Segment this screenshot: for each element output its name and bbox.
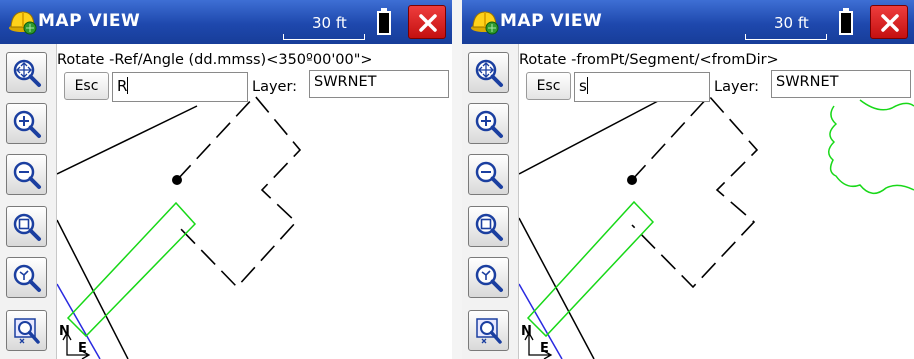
map-view-screen-right: MAP VIEW 30 ft Rotate -fromPt/Segment/<f… (462, 0, 914, 359)
battery-icon (377, 8, 391, 35)
green-contour-line (859, 99, 914, 111)
pan-button[interactable] (6, 310, 47, 351)
layer-field[interactable]: SWRNET (309, 70, 449, 98)
close-icon (881, 14, 899, 32)
zoom-extents-icon (475, 59, 503, 87)
hardhat-logo-icon (471, 11, 499, 35)
text-caret (127, 77, 129, 94)
hardhat-logo-icon (9, 11, 37, 35)
map-line (519, 100, 659, 175)
zoom-in-button[interactable] (468, 103, 509, 144)
command-input[interactable]: R (112, 72, 248, 102)
zoom-window-icon (475, 213, 503, 241)
zoom-extents-button[interactable] (468, 52, 509, 93)
zoom-previous-icon (13, 264, 41, 292)
text-caret (586, 77, 588, 94)
zoom-extents-button[interactable] (6, 52, 47, 93)
zoom-in-icon (475, 110, 503, 138)
command-input-value: s (579, 77, 587, 95)
zoom-out-button[interactable] (6, 154, 47, 195)
zoom-extents-icon (13, 59, 41, 87)
battery-icon (839, 8, 853, 35)
command-input[interactable]: s (574, 72, 710, 102)
pan-button[interactable] (468, 310, 509, 351)
building-outline (631, 94, 759, 289)
map-scale-bar (283, 34, 365, 40)
pan-icon (476, 318, 502, 344)
zoom-out-icon (13, 161, 41, 189)
screen-divider (452, 0, 462, 359)
zoom-out-button[interactable] (468, 154, 509, 195)
command-prompt: Rotate -Ref/Angle (dd.mmss)<350º00'00"> (57, 52, 373, 68)
zoom-previous-button[interactable] (6, 257, 47, 298)
layer-field[interactable]: SWRNET (771, 70, 911, 98)
esc-button[interactable]: Esc (526, 72, 571, 100)
zoom-previous-button[interactable] (468, 257, 509, 298)
map-toolbar (462, 44, 519, 359)
command-input-value: R (117, 77, 128, 95)
green-contour-line (828, 105, 914, 194)
zoom-previous-icon (475, 264, 503, 292)
layer-label: Layer: (714, 79, 760, 95)
layer-label: Layer: (252, 79, 298, 95)
map-scale-label: 30 ft (774, 14, 809, 32)
close-button[interactable] (870, 5, 908, 39)
zoom-window-icon (13, 213, 41, 241)
command-prompt: Rotate -fromPt/Segment/<fromDir> (519, 52, 779, 68)
title-bar: MAP VIEW 30 ft (462, 0, 914, 44)
parcel-polygon (66, 201, 197, 338)
north-label: N (521, 324, 532, 339)
north-label: N (59, 324, 70, 339)
close-button[interactable] (408, 5, 446, 39)
rotation-point (172, 175, 182, 185)
zoom-window-button[interactable] (6, 206, 47, 247)
zoom-out-icon (475, 161, 503, 189)
zoom-in-icon (13, 110, 41, 138)
close-icon (419, 14, 437, 32)
map-scale-label: 30 ft (312, 14, 347, 32)
esc-button[interactable]: Esc (64, 72, 109, 100)
window-title: MAP VIEW (38, 11, 141, 31)
map-scale-bar (745, 34, 827, 40)
map-view-screen-left: MAP VIEW 30 ft Rotate -Ref/Angle (dd.mms… (0, 0, 452, 359)
east-label: E (78, 341, 87, 356)
rotation-point (627, 175, 637, 185)
east-label: E (540, 341, 549, 356)
building-outline (176, 94, 302, 289)
pan-icon (14, 318, 40, 344)
title-bar: MAP VIEW 30 ft (0, 0, 452, 44)
map-line (57, 105, 198, 175)
zoom-in-button[interactable] (6, 103, 47, 144)
zoom-window-button[interactable] (468, 206, 509, 247)
map-toolbar (0, 44, 57, 359)
window-title: MAP VIEW (500, 11, 603, 31)
